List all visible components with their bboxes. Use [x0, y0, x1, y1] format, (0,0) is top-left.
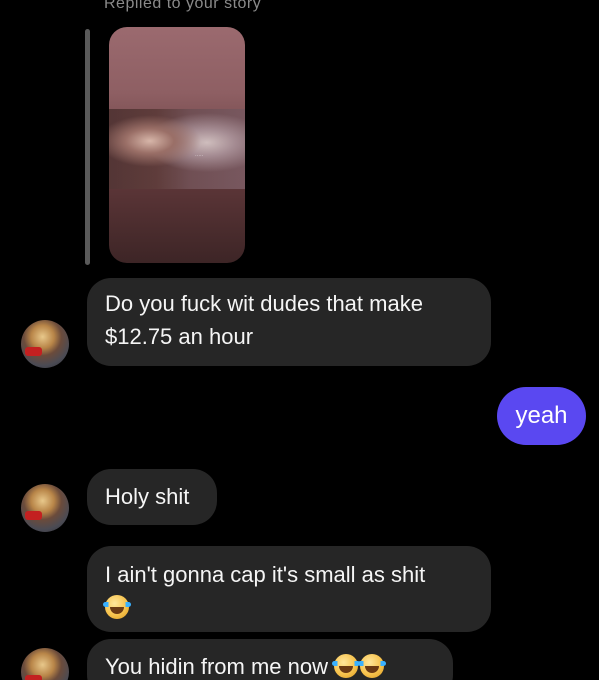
incoming-message-bubble[interactable]: Holy shit	[87, 469, 217, 525]
story-reply-indicator	[85, 29, 90, 265]
message-text-line: I ain't gonna cap it's small as shit	[105, 562, 426, 587]
laughing-crying-emoji	[103, 591, 474, 624]
story-watermark: ·····	[195, 153, 204, 159]
incoming-message-bubble[interactable]: I ain't gonna cap it's small as shit	[87, 546, 491, 632]
message-text: Holy shit	[105, 484, 190, 509]
story-photo	[109, 109, 245, 189]
message-text: You hidin from me now	[105, 654, 328, 679]
outgoing-message-bubble[interactable]: yeah	[497, 387, 586, 445]
chat-screen: Replied to your story ····· Do you fuck …	[0, 0, 599, 680]
incoming-message-bubble[interactable]: Do you fuck wit dudes that make $12.75 a…	[87, 278, 491, 366]
avatar[interactable]	[21, 320, 69, 368]
avatar[interactable]	[21, 484, 69, 532]
message-text-line: $12.75 an hour	[105, 324, 254, 349]
message-text-line: Do you fuck wit dudes that make	[105, 291, 423, 316]
story-thumbnail[interactable]: ·····	[109, 27, 245, 263]
story-reply-label: Replied to your story	[104, 0, 262, 12]
laughing-crying-emoji	[358, 654, 387, 678]
laughing-crying-emoji	[103, 595, 131, 619]
avatar[interactable]	[21, 648, 69, 680]
laughing-crying-emoji	[332, 654, 361, 678]
incoming-message-bubble[interactable]: You hidin from me now	[87, 639, 453, 680]
message-text: yeah	[515, 402, 568, 429]
